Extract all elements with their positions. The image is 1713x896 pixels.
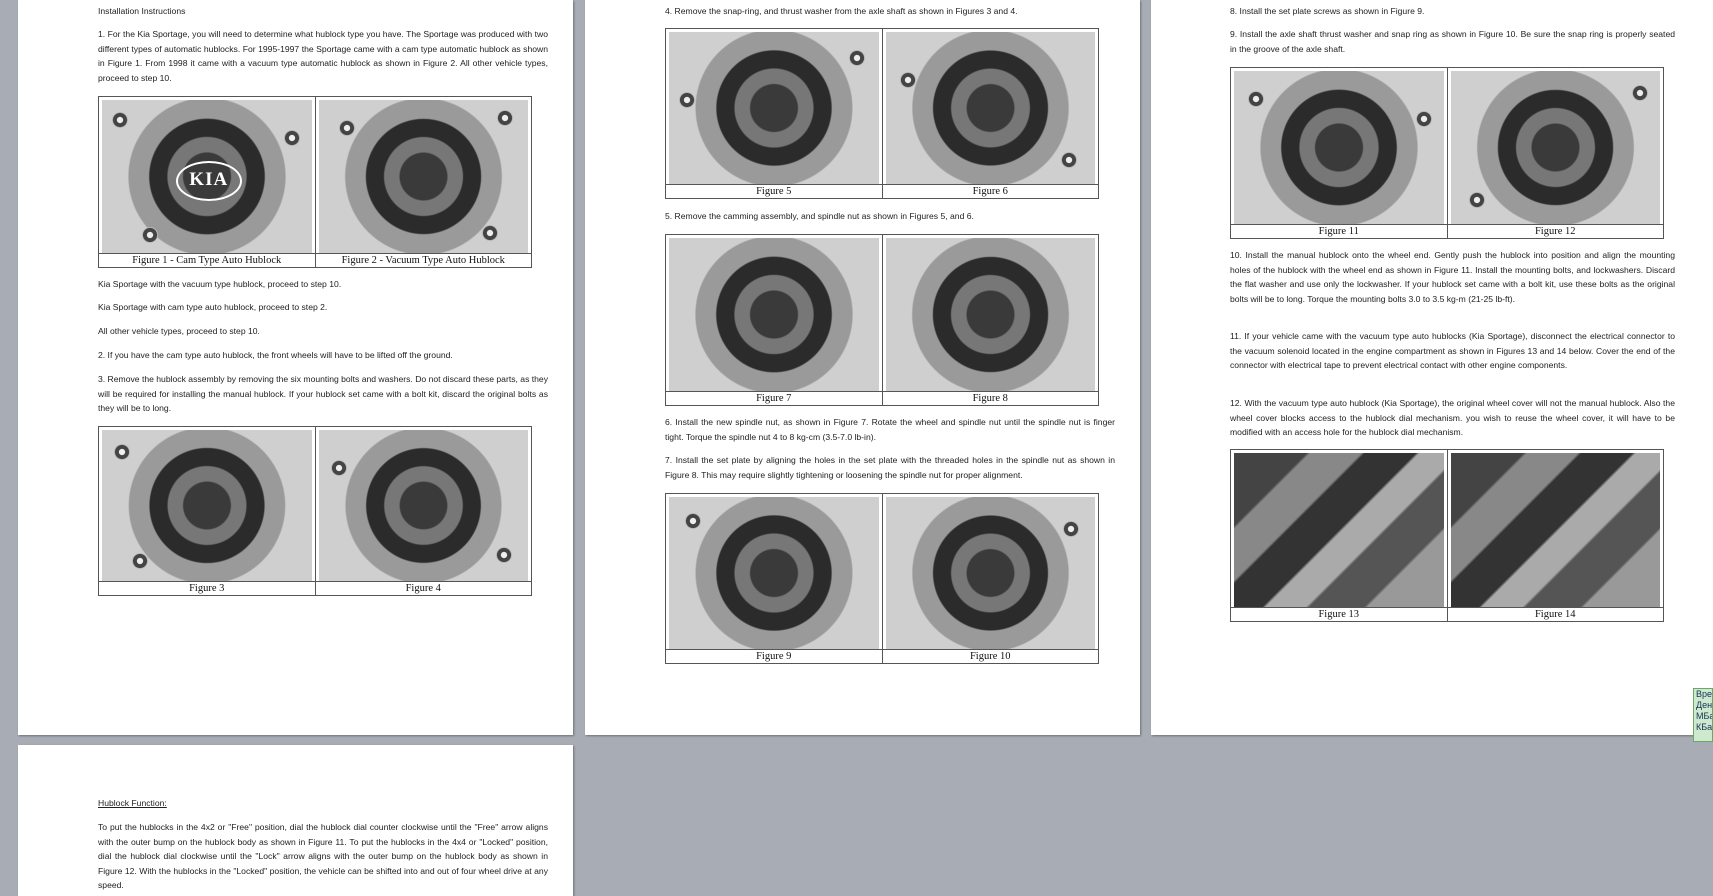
- figure-5-image: [669, 32, 879, 184]
- figure-9-image: [669, 497, 879, 649]
- hublock-function-heading: Hublock Function:: [98, 798, 167, 808]
- step-1: 1. For the Kia Sportage, you will need t…: [98, 29, 548, 83]
- figure-1-pane: KIA Figure 1 - Cam Type Auto Hublock: [99, 97, 316, 267]
- step-3: 3. Remove the hublock assembly by removi…: [98, 374, 548, 414]
- figure-11-12: Figure 11 Figure 12: [1230, 67, 1664, 239]
- figure-5-caption: Figure 5: [666, 184, 882, 198]
- figure-13-image: [1234, 453, 1444, 607]
- step-5: 5. Remove the camming assembly, and spin…: [665, 211, 974, 221]
- figure-12-caption: Figure 12: [1447, 224, 1663, 238]
- figure-11-pane: Figure 11: [1231, 68, 1448, 238]
- side-status-note: Вре Ден МБа КБа: [1693, 688, 1713, 742]
- figure-10-caption: Figure 10: [882, 649, 1098, 663]
- figure-11-image: [1234, 71, 1444, 224]
- figure-7-caption: Figure 7: [666, 391, 882, 405]
- page-heading: Installation Instructions: [98, 6, 186, 16]
- figure-3-image: [102, 430, 312, 581]
- figure-14-image: [1450, 453, 1660, 607]
- option-cam: Kia Sportage with cam type auto hublock,…: [98, 302, 328, 312]
- kia-logo: KIA: [175, 160, 242, 201]
- figure-6-image: [885, 32, 1095, 184]
- figure-10-pane: Figure 10: [882, 494, 1098, 663]
- figure-3-pane: Figure 3: [99, 427, 316, 595]
- figure-7-pane: Figure 7: [666, 235, 883, 405]
- document-page-2: 4. Remove the snap-ring, and thrust wash…: [585, 0, 1140, 735]
- figure-4-image: [318, 430, 528, 581]
- figure-4-pane: Figure 4: [315, 427, 531, 595]
- figure-1-caption: Figure 1 - Cam Type Auto Hublock: [99, 253, 315, 267]
- figure-6-caption: Figure 6: [882, 184, 1098, 198]
- figure-1-image: KIA: [102, 100, 312, 253]
- step-4: 4. Remove the snap-ring, and thrust wash…: [665, 6, 1018, 16]
- option-vacuum: Kia Sportage with the vacuum type hubloc…: [98, 279, 342, 289]
- figure-14-caption: Figure 14: [1447, 607, 1663, 621]
- figure-11-caption: Figure 11: [1231, 224, 1447, 238]
- step-10: 10. Install the manual hublock onto the …: [1230, 250, 1675, 304]
- figure-12-pane: Figure 12: [1447, 68, 1663, 238]
- step-12: 12. With the vacuum type auto hublock (K…: [1230, 398, 1675, 438]
- figure-2-image: [318, 100, 528, 253]
- document-page-3: 8. Install the set plate screws as shown…: [1151, 0, 1713, 735]
- figure-13-14: Figure 13 Figure 14: [1230, 449, 1664, 622]
- figure-10-image: [885, 497, 1095, 649]
- figure-6-pane: Figure 6: [882, 29, 1098, 198]
- figure-8-caption: Figure 8: [882, 391, 1098, 405]
- figure-3-4: Figure 3 Figure 4: [98, 426, 532, 596]
- figure-2-pane: Figure 2 - Vacuum Type Auto Hublock: [315, 97, 531, 267]
- figure-13-pane: Figure 13: [1231, 450, 1448, 621]
- figure-7-8: Figure 7 Figure 8: [665, 234, 1099, 406]
- step-7: 7. Install the set plate by aligning the…: [665, 455, 1115, 480]
- figure-2-caption: Figure 2 - Vacuum Type Auto Hublock: [315, 253, 531, 267]
- figure-13-caption: Figure 13: [1231, 607, 1447, 621]
- document-page-4: Hublock Function: To put the hublocks in…: [18, 745, 573, 896]
- document-page-1: Installation Instructions 1. For the Kia…: [18, 0, 573, 735]
- figure-12-image: [1450, 71, 1660, 224]
- figure-14-pane: Figure 14: [1447, 450, 1663, 621]
- figure-4-caption: Figure 4: [315, 581, 531, 595]
- figure-8-image: [885, 238, 1095, 391]
- figure-1-2: KIA Figure 1 - Cam Type Auto Hublock Fig…: [98, 96, 532, 268]
- figure-9-caption: Figure 9: [666, 649, 882, 663]
- step-6: 6. Install the new spindle nut, as shown…: [665, 417, 1115, 442]
- hublock-function-body: To put the hublocks in the 4x2 or "Free"…: [98, 822, 548, 891]
- figure-7-image: [669, 238, 879, 391]
- figure-5-6: Figure 5 Figure 6: [665, 28, 1099, 199]
- figure-5-pane: Figure 5: [666, 29, 883, 198]
- figure-9-10: Figure 9 Figure 10: [665, 493, 1099, 664]
- step-9: 9. Install the axle shaft thrust washer …: [1230, 29, 1675, 54]
- step-8: 8. Install the set plate screws as shown…: [1230, 6, 1425, 16]
- step-2: 2. If you have the cam type auto hublock…: [98, 350, 453, 360]
- step-11: 11. If your vehicle came with the vacuum…: [1230, 331, 1675, 371]
- option-other: All other vehicle types, proceed to step…: [98, 326, 260, 336]
- figure-9-pane: Figure 9: [666, 494, 883, 663]
- figure-3-caption: Figure 3: [99, 581, 315, 595]
- figure-8-pane: Figure 8: [882, 235, 1098, 405]
